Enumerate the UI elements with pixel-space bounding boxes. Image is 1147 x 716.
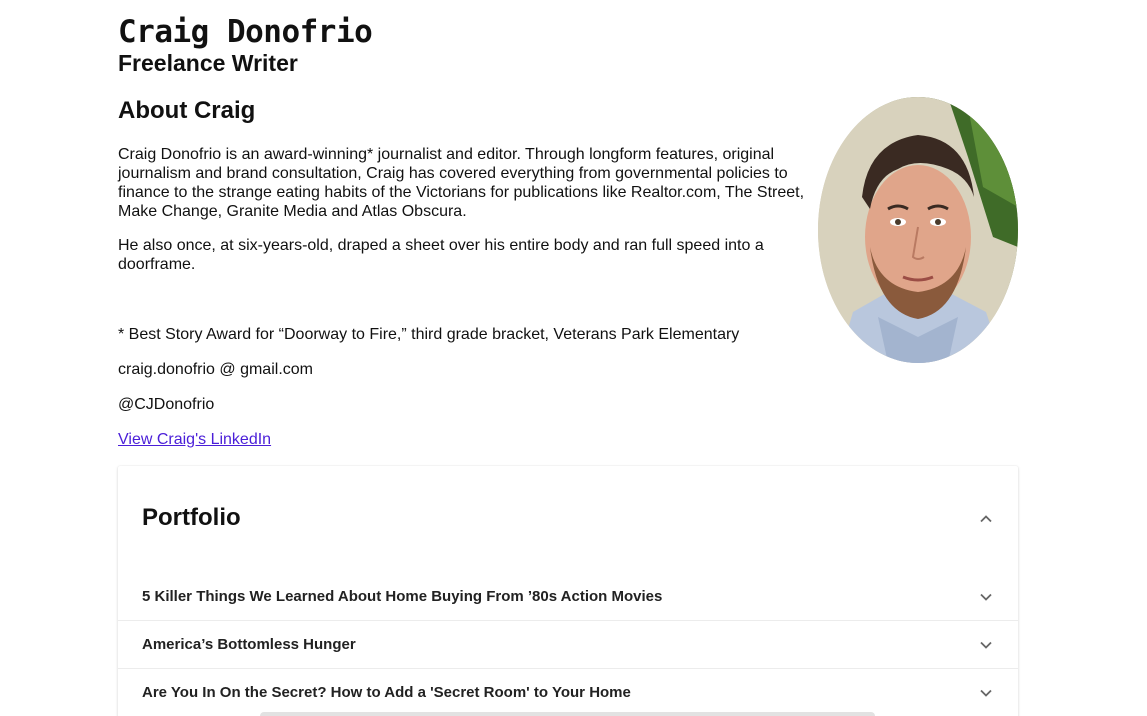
portfolio-item-label: Are You In On the Secret? How to Add a '… (142, 684, 631, 701)
award-footnote: * Best Story Award for “Doorway to Fire,… (118, 326, 740, 343)
about-heading: About Craig (118, 97, 256, 124)
bio-section: Craig Donofrio is an award-winning* jour… (118, 145, 818, 289)
author-photo-illustration (818, 97, 1018, 363)
portfolio-item[interactable]: America’s Bottomless Hunger (118, 621, 1018, 669)
bio-paragraph: He also once, at six-years-old, draped a… (118, 237, 764, 273)
linkedin-link[interactable]: View Craig's LinkedIn (118, 430, 271, 450)
chevron-down-icon[interactable] (978, 637, 994, 653)
social-handle: @CJDonofrio (118, 396, 215, 413)
portfolio-item[interactable]: 5 Killer Things We Learned About Home Bu… (118, 573, 1018, 621)
author-photo (818, 97, 1018, 363)
portfolio-item[interactable]: Are You In On the Secret? How to Add a '… (118, 669, 1018, 716)
portfolio-accordion: Portfolio 5 Killer Things We Learned Abo… (118, 466, 1018, 716)
site-name: Craig Donofrio (118, 14, 373, 50)
chevron-down-icon[interactable] (978, 685, 994, 701)
site-subtitle: Freelance Writer (118, 50, 298, 76)
portfolio-item-label: 5 Killer Things We Learned About Home Bu… (142, 588, 663, 605)
bottom-overlay-edge (260, 712, 875, 716)
chevron-up-icon[interactable] (978, 511, 994, 527)
portfolio-header[interactable]: Portfolio (118, 466, 1018, 572)
chevron-down-icon[interactable] (978, 589, 994, 605)
portfolio-list: 5 Killer Things We Learned About Home Bu… (118, 573, 1018, 716)
portfolio-item-label: America’s Bottomless Hunger (142, 636, 356, 653)
page: Craig Donofrio Freelance Writer About Cr… (0, 0, 1147, 716)
bio-paragraph: Craig Donofrio is an award-winning* jour… (118, 146, 805, 220)
email-text: craig.donofrio @ gmail.com (118, 361, 313, 378)
portfolio-title: Portfolio (142, 504, 241, 531)
